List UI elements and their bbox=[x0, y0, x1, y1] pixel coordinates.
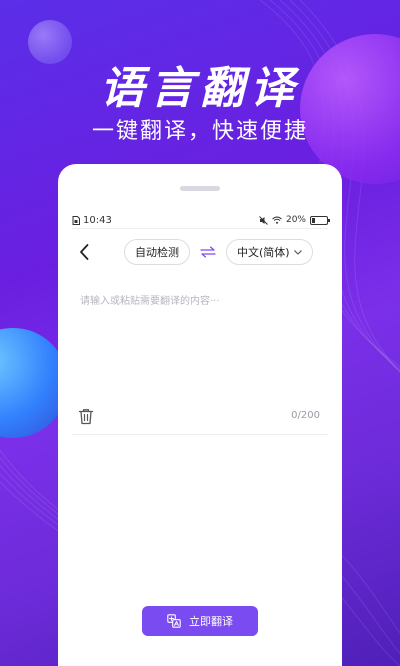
translate-button-label: 立即翻译 bbox=[189, 615, 233, 628]
trash-icon bbox=[78, 409, 94, 425]
swap-icon bbox=[200, 246, 216, 258]
source-text-input[interactable] bbox=[78, 290, 322, 404]
back-button[interactable] bbox=[72, 240, 96, 264]
mute-icon bbox=[259, 215, 268, 225]
sim-icon bbox=[72, 215, 80, 225]
status-bar: 10:43 20% bbox=[72, 212, 330, 228]
status-left: 10:43 bbox=[72, 215, 112, 226]
phone-speaker bbox=[180, 186, 220, 191]
input-divider bbox=[72, 434, 328, 435]
promo-title: 语言翻译 bbox=[100, 63, 300, 114]
promo-screen: 语言翻译 一键翻译，快速便捷 10:43 20% 自动检测 中文(简体) 请输入… bbox=[0, 0, 400, 666]
back-arrow-icon bbox=[80, 244, 89, 260]
target-language-button[interactable]: 中文(简体) bbox=[226, 239, 313, 265]
clear-text-button[interactable] bbox=[78, 408, 96, 426]
battery-percent: 20% bbox=[285, 215, 306, 225]
swap-languages-button[interactable] bbox=[198, 242, 218, 262]
translate-icon bbox=[167, 614, 181, 628]
chevron-down-icon bbox=[293, 249, 302, 255]
character-counter: 0/200 bbox=[291, 410, 320, 421]
status-time: 10:43 bbox=[83, 214, 112, 226]
promo-subtitle: 一键翻译，快速便捷 bbox=[91, 119, 308, 144]
translate-button[interactable]: 立即翻译 bbox=[142, 606, 258, 636]
status-divider bbox=[72, 228, 328, 229]
phone-mockup: 10:43 20% 自动检测 中文(简体) 请输入或粘贴需要翻译的内容··· 0… bbox=[58, 164, 342, 666]
status-right: 20% bbox=[259, 215, 330, 225]
target-language-label: 中文(简体) bbox=[237, 246, 290, 259]
battery-icon bbox=[310, 215, 330, 225]
source-language-button[interactable]: 自动检测 bbox=[124, 239, 190, 265]
source-language-label: 自动检测 bbox=[135, 246, 179, 259]
wifi-icon bbox=[272, 216, 282, 224]
language-toolbar: 自动检测 中文(简体) bbox=[72, 238, 328, 266]
